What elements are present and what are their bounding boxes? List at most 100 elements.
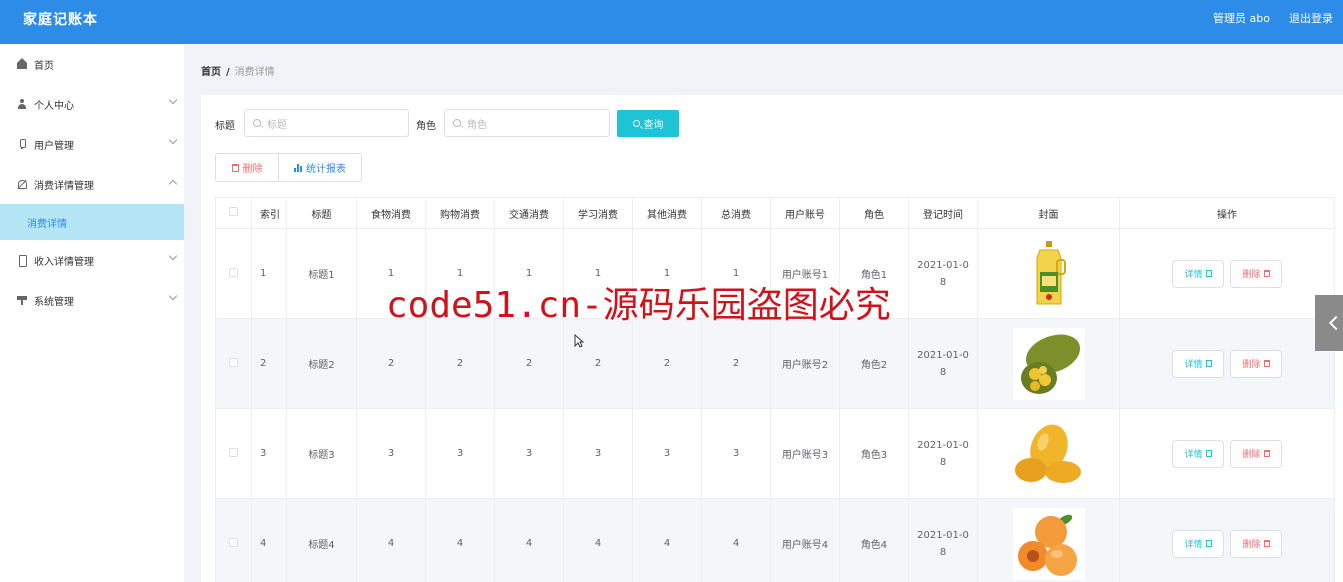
detail-button-label: 详情 xyxy=(1184,270,1203,280)
sidebar-item-label: 消费详情管理 xyxy=(34,180,94,192)
role-search-input[interactable]: 角色 xyxy=(444,109,610,137)
cell-total: 1 xyxy=(701,228,771,319)
delete-button[interactable]: 删除 xyxy=(1230,259,1282,288)
document-icon xyxy=(1205,270,1212,277)
cell-other: 1 xyxy=(632,228,702,319)
cell-register-time: 2021-01-0 8 xyxy=(908,498,978,582)
trash-icon xyxy=(1263,540,1270,547)
row-select-cell[interactable] xyxy=(215,318,252,409)
document-icon xyxy=(1205,360,1212,367)
row-select-cell[interactable] xyxy=(215,408,252,499)
column-header: 其他消费 xyxy=(632,197,702,229)
side-collapse-tab[interactable] xyxy=(1315,295,1343,351)
cell-study: 4 xyxy=(563,498,633,582)
chevron-down-icon xyxy=(168,95,178,105)
column-header: 食物消费 xyxy=(356,197,426,229)
time-line: 8 xyxy=(939,366,947,378)
cell-traffic: 2 xyxy=(494,318,564,409)
apricot-image xyxy=(1012,507,1085,580)
sidebar-item-user-management[interactable]: 用户管理 xyxy=(0,124,184,164)
delete-button[interactable]: 删除 xyxy=(1230,349,1282,378)
delete-button-label: 删除 xyxy=(1242,450,1261,460)
delete-button-label: 删除 xyxy=(1242,270,1261,280)
breadcrumb-separator: / xyxy=(226,67,230,78)
column-header: 封面 xyxy=(977,197,1120,229)
column-header: 购物消费 xyxy=(425,197,495,229)
column-header: 学习消费 xyxy=(563,197,633,229)
time-line: 2021-01-0 xyxy=(917,259,969,271)
sidebar-item-system-management[interactable]: 系统管理 xyxy=(0,280,184,320)
bell-off-icon xyxy=(17,179,27,189)
breadcrumb-current: 消费详情 xyxy=(234,67,275,78)
mic-icon xyxy=(17,139,27,149)
detail-button-label: 详情 xyxy=(1184,360,1203,370)
bar-chart-icon xyxy=(294,163,302,172)
row-checkbox[interactable] xyxy=(229,537,238,547)
cell-operations: 详情 删除 xyxy=(1119,318,1335,409)
sidebar-item-label: 个人中心 xyxy=(34,100,74,112)
cell-role: 角色2 xyxy=(839,318,909,409)
title-search-input[interactable]: 标题 xyxy=(244,109,409,137)
query-button-label: 查询 xyxy=(643,120,664,131)
detail-button[interactable]: 详情 xyxy=(1172,259,1224,288)
sidebar-item-label: 收入详情管理 xyxy=(34,256,94,268)
document-icon xyxy=(1205,450,1212,457)
row-checkbox[interactable] xyxy=(229,357,238,367)
cell-index: 2 xyxy=(251,318,287,409)
cell-operations: 详情 删除 xyxy=(1119,408,1335,499)
sidebar-item-home[interactable]: 首页 xyxy=(0,44,184,84)
trash-icon xyxy=(1263,360,1270,367)
breadcrumb: 首页 / 消费详情 xyxy=(201,63,275,78)
select-all-checkbox[interactable] xyxy=(229,207,238,216)
row-select-cell[interactable] xyxy=(215,498,252,582)
cell-food: 3 xyxy=(356,408,426,499)
cell-operations: 详情 删除 xyxy=(1119,228,1335,319)
row-select-cell[interactable] xyxy=(215,228,252,319)
breadcrumb-home[interactable]: 首页 xyxy=(201,67,221,78)
delete-button-label: 删除 xyxy=(1242,540,1261,550)
row-actions: 详情 删除 xyxy=(1121,349,1334,378)
sidebar-item-personal-center[interactable]: 个人中心 xyxy=(0,84,184,124)
detail-button[interactable]: 详情 xyxy=(1172,439,1224,468)
cell-food: 1 xyxy=(356,228,426,319)
row-checkbox[interactable] xyxy=(229,447,238,457)
chevron-down-icon xyxy=(168,251,178,261)
row-checkbox[interactable] xyxy=(229,267,238,277)
cell-food: 2 xyxy=(356,318,426,409)
cell-operations: 详情 删除 xyxy=(1119,498,1335,582)
batch-delete-button[interactable]: 删除 xyxy=(215,153,279,182)
query-button[interactable]: 查询 xyxy=(617,110,679,137)
time-line: 2021-01-0 xyxy=(917,439,969,451)
sidebar-item-income-management[interactable]: 收入详情管理 xyxy=(0,240,184,280)
sidebar: 首页 个人中心 用户管理 消费详情管理 消费详情 收入详情管理 系统管理 xyxy=(0,44,184,582)
delete-button[interactable]: 删除 xyxy=(1230,439,1282,468)
sidebar-item-consumption-management[interactable]: 消费详情管理 xyxy=(0,164,184,204)
cell-register-time: 2021-01-0 8 xyxy=(908,408,978,499)
trash-icon xyxy=(231,163,239,172)
table-row: 3 标题3 3 3 3 3 3 3 用户账号3 角色3 2021-01-0 8 xyxy=(215,408,1335,499)
logout-link[interactable]: 退出登录 xyxy=(1289,10,1333,26)
column-header: 交通消费 xyxy=(494,197,564,229)
detail-button-label: 详情 xyxy=(1184,540,1203,550)
stats-report-button[interactable]: 统计报表 xyxy=(279,153,362,182)
cell-study: 1 xyxy=(563,228,633,319)
column-header: 索引 xyxy=(251,197,287,229)
cell-register-time: 2021-01-0 8 xyxy=(908,318,978,409)
sidebar-subitem-consumption-detail[interactable]: 消费详情 xyxy=(0,204,184,240)
cell-shopping: 4 xyxy=(425,498,495,582)
table-header-row: 索引 标题 食物消费 购物消费 交通消费 学习消费 其他消费 总消费 用户账号 … xyxy=(215,197,1335,229)
cell-shopping: 1 xyxy=(425,228,495,319)
detail-button[interactable]: 详情 xyxy=(1172,529,1224,558)
time-line: 2021-01-0 xyxy=(917,349,969,361)
cell-account: 用户账号3 xyxy=(770,408,840,499)
cell-title: 标题3 xyxy=(286,408,357,499)
search-icon xyxy=(632,120,640,127)
cell-register-time: 2021-01-0 8 xyxy=(908,228,978,319)
stats-report-label: 统计报表 xyxy=(306,164,346,175)
system-icon xyxy=(17,295,27,305)
detail-button[interactable]: 详情 xyxy=(1172,349,1224,378)
delete-button[interactable]: 删除 xyxy=(1230,529,1282,558)
home-icon xyxy=(17,58,27,69)
select-all-cell[interactable] xyxy=(215,197,252,229)
cell-index: 1 xyxy=(251,228,287,319)
